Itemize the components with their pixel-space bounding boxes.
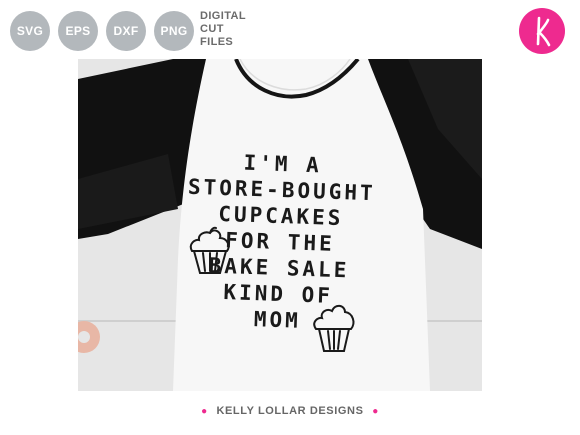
brand-name: KELLY LOLLAR DESIGNS — [216, 405, 364, 417]
k-letter-icon — [536, 16, 551, 47]
dxf-badge: DXF — [106, 11, 146, 51]
footer-brand: ● KELLY LOLLAR DESIGNS ● — [0, 405, 580, 417]
bullet-icon: ● — [201, 406, 208, 417]
shirt-slogan: I'M A STORE-BOUGHT CUPCAKES FOR THE BAKE… — [78, 144, 482, 340]
digital-cut-files-label: DIGITAL CUT FILES — [200, 10, 246, 49]
files-text: FILES — [200, 36, 234, 48]
file-format-badges: SVG EPS DXF PNG — [10, 11, 194, 51]
png-badge: PNG — [154, 11, 194, 51]
cut-text: CUT — [200, 23, 224, 35]
kelly-lollar-logo — [519, 8, 565, 54]
shirt-mockup-photo: I'M A STORE-BOUGHT CUPCAKES FOR THE BAKE… — [78, 59, 482, 391]
digital-text: DIGITAL — [200, 10, 246, 22]
svg-badge: SVG — [10, 11, 50, 51]
bullet-icon: ● — [372, 406, 379, 417]
eps-badge: EPS — [58, 11, 98, 51]
